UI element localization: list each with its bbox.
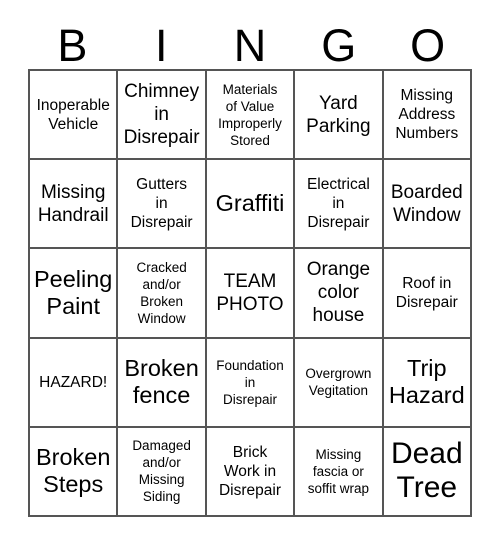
bingo-cell[interactable]: Broken fence — [118, 338, 207, 428]
bingo-cell[interactable]: Brick Work in Disrepair — [206, 427, 296, 517]
bingo-cell-label: Foundation in Disrepair — [216, 357, 284, 407]
bingo-cell[interactable]: Chimney in Disrepair — [118, 71, 207, 161]
bingo-cell-label: Peeling Paint — [33, 265, 113, 319]
bingo-cell-label: Missing Address Numbers — [395, 87, 459, 143]
bingo-cell[interactable]: Missing Address Numbers — [383, 71, 472, 161]
bingo-cell-label: Missing Handrail — [37, 181, 109, 226]
bingo-free-space-cell[interactable]: TEAM PHOTO — [206, 249, 296, 339]
bingo-cell-label: Electrical in Disrepair — [306, 176, 370, 232]
bingo-cell-label: Trip Hazard — [388, 355, 465, 409]
bingo-cell[interactable]: Trip Hazard — [383, 338, 472, 428]
bingo-header-row: B I N G O — [28, 18, 472, 68]
bingo-header-letter-b: B — [57, 20, 88, 71]
bingo-cell[interactable]: Dead Tree — [383, 427, 472, 517]
bingo-cell-label: Gutters in Disrepair — [130, 176, 193, 232]
bingo-cell[interactable]: Yard Parking — [295, 71, 384, 161]
bingo-cell-label: Boarded Window — [390, 181, 463, 226]
bingo-cell[interactable]: Inoperable Vehicle — [30, 71, 119, 161]
bingo-cell-label: Roof in Disrepair — [395, 274, 458, 311]
bingo-cell-label: Dead Tree — [390, 437, 463, 505]
bingo-cell[interactable]: Damaged and/or Missing Siding — [118, 427, 207, 517]
bingo-cell[interactable]: Broken Steps — [30, 427, 119, 517]
bingo-cell-label: Orange color house — [306, 259, 371, 327]
bingo-cell[interactable]: HAZARD! — [30, 338, 119, 428]
bingo-cell-label: Broken fence — [124, 355, 199, 409]
bingo-header-letter-i: I — [154, 20, 168, 71]
bingo-cell-label: Materials of Value Improperly Stored — [218, 81, 282, 148]
bingo-cell-label: Broken Steps — [35, 444, 111, 498]
bingo-cell[interactable]: Graffiti — [206, 160, 296, 250]
bingo-cell[interactable]: Overgrown Vegitation — [295, 338, 384, 428]
bingo-cell-label: Yard Parking — [306, 92, 371, 137]
bingo-cell[interactable]: Materials of Value Improperly Stored — [206, 71, 296, 161]
bingo-cell[interactable]: Gutters in Disrepair — [118, 160, 207, 250]
bingo-cell[interactable]: Cracked and/or Broken Window — [118, 249, 207, 339]
bingo-cell[interactable]: Orange color house — [295, 249, 384, 339]
bingo-cell[interactable]: Missing fascia or soffit wrap — [295, 427, 384, 517]
bingo-card: B I N G O Inoperable Vehicle Chimney in D… — [0, 0, 500, 544]
bingo-cell-label: TEAM PHOTO — [216, 270, 284, 315]
bingo-header-letter-n: N — [233, 20, 267, 71]
bingo-cell-label: Brick Work in Disrepair — [218, 443, 281, 499]
bingo-cell-label: Missing fascia or soffit wrap — [307, 446, 370, 496]
bingo-grid: Inoperable Vehicle Chimney in Disrepair Ma… — [28, 69, 472, 517]
bingo-cell-label: Inoperable Vehicle — [36, 96, 110, 133]
bingo-cell[interactable]: Boarded Window — [383, 160, 472, 250]
bingo-cell[interactable]: Roof in Disrepair — [383, 249, 472, 339]
bingo-cell-label: Overgrown Vegitation — [305, 366, 372, 399]
bingo-cell[interactable]: Missing Handrail — [30, 160, 119, 250]
bingo-cell[interactable]: Electrical in Disrepair — [295, 160, 384, 250]
bingo-cell-label: Damaged and/or Missing Siding — [132, 438, 191, 505]
bingo-cell-label: Chimney in Disrepair — [123, 81, 200, 149]
bingo-header-letter-o: O — [410, 20, 446, 71]
bingo-cell[interactable]: Peeling Paint — [30, 249, 119, 339]
bingo-cell[interactable]: Foundation in Disrepair — [206, 338, 296, 428]
bingo-cell-label: Cracked and/or Broken Window — [136, 259, 187, 326]
bingo-header-letter-g: G — [321, 20, 357, 71]
bingo-cell-label: HAZARD! — [39, 373, 108, 391]
bingo-cell-label: Graffiti — [215, 190, 285, 217]
